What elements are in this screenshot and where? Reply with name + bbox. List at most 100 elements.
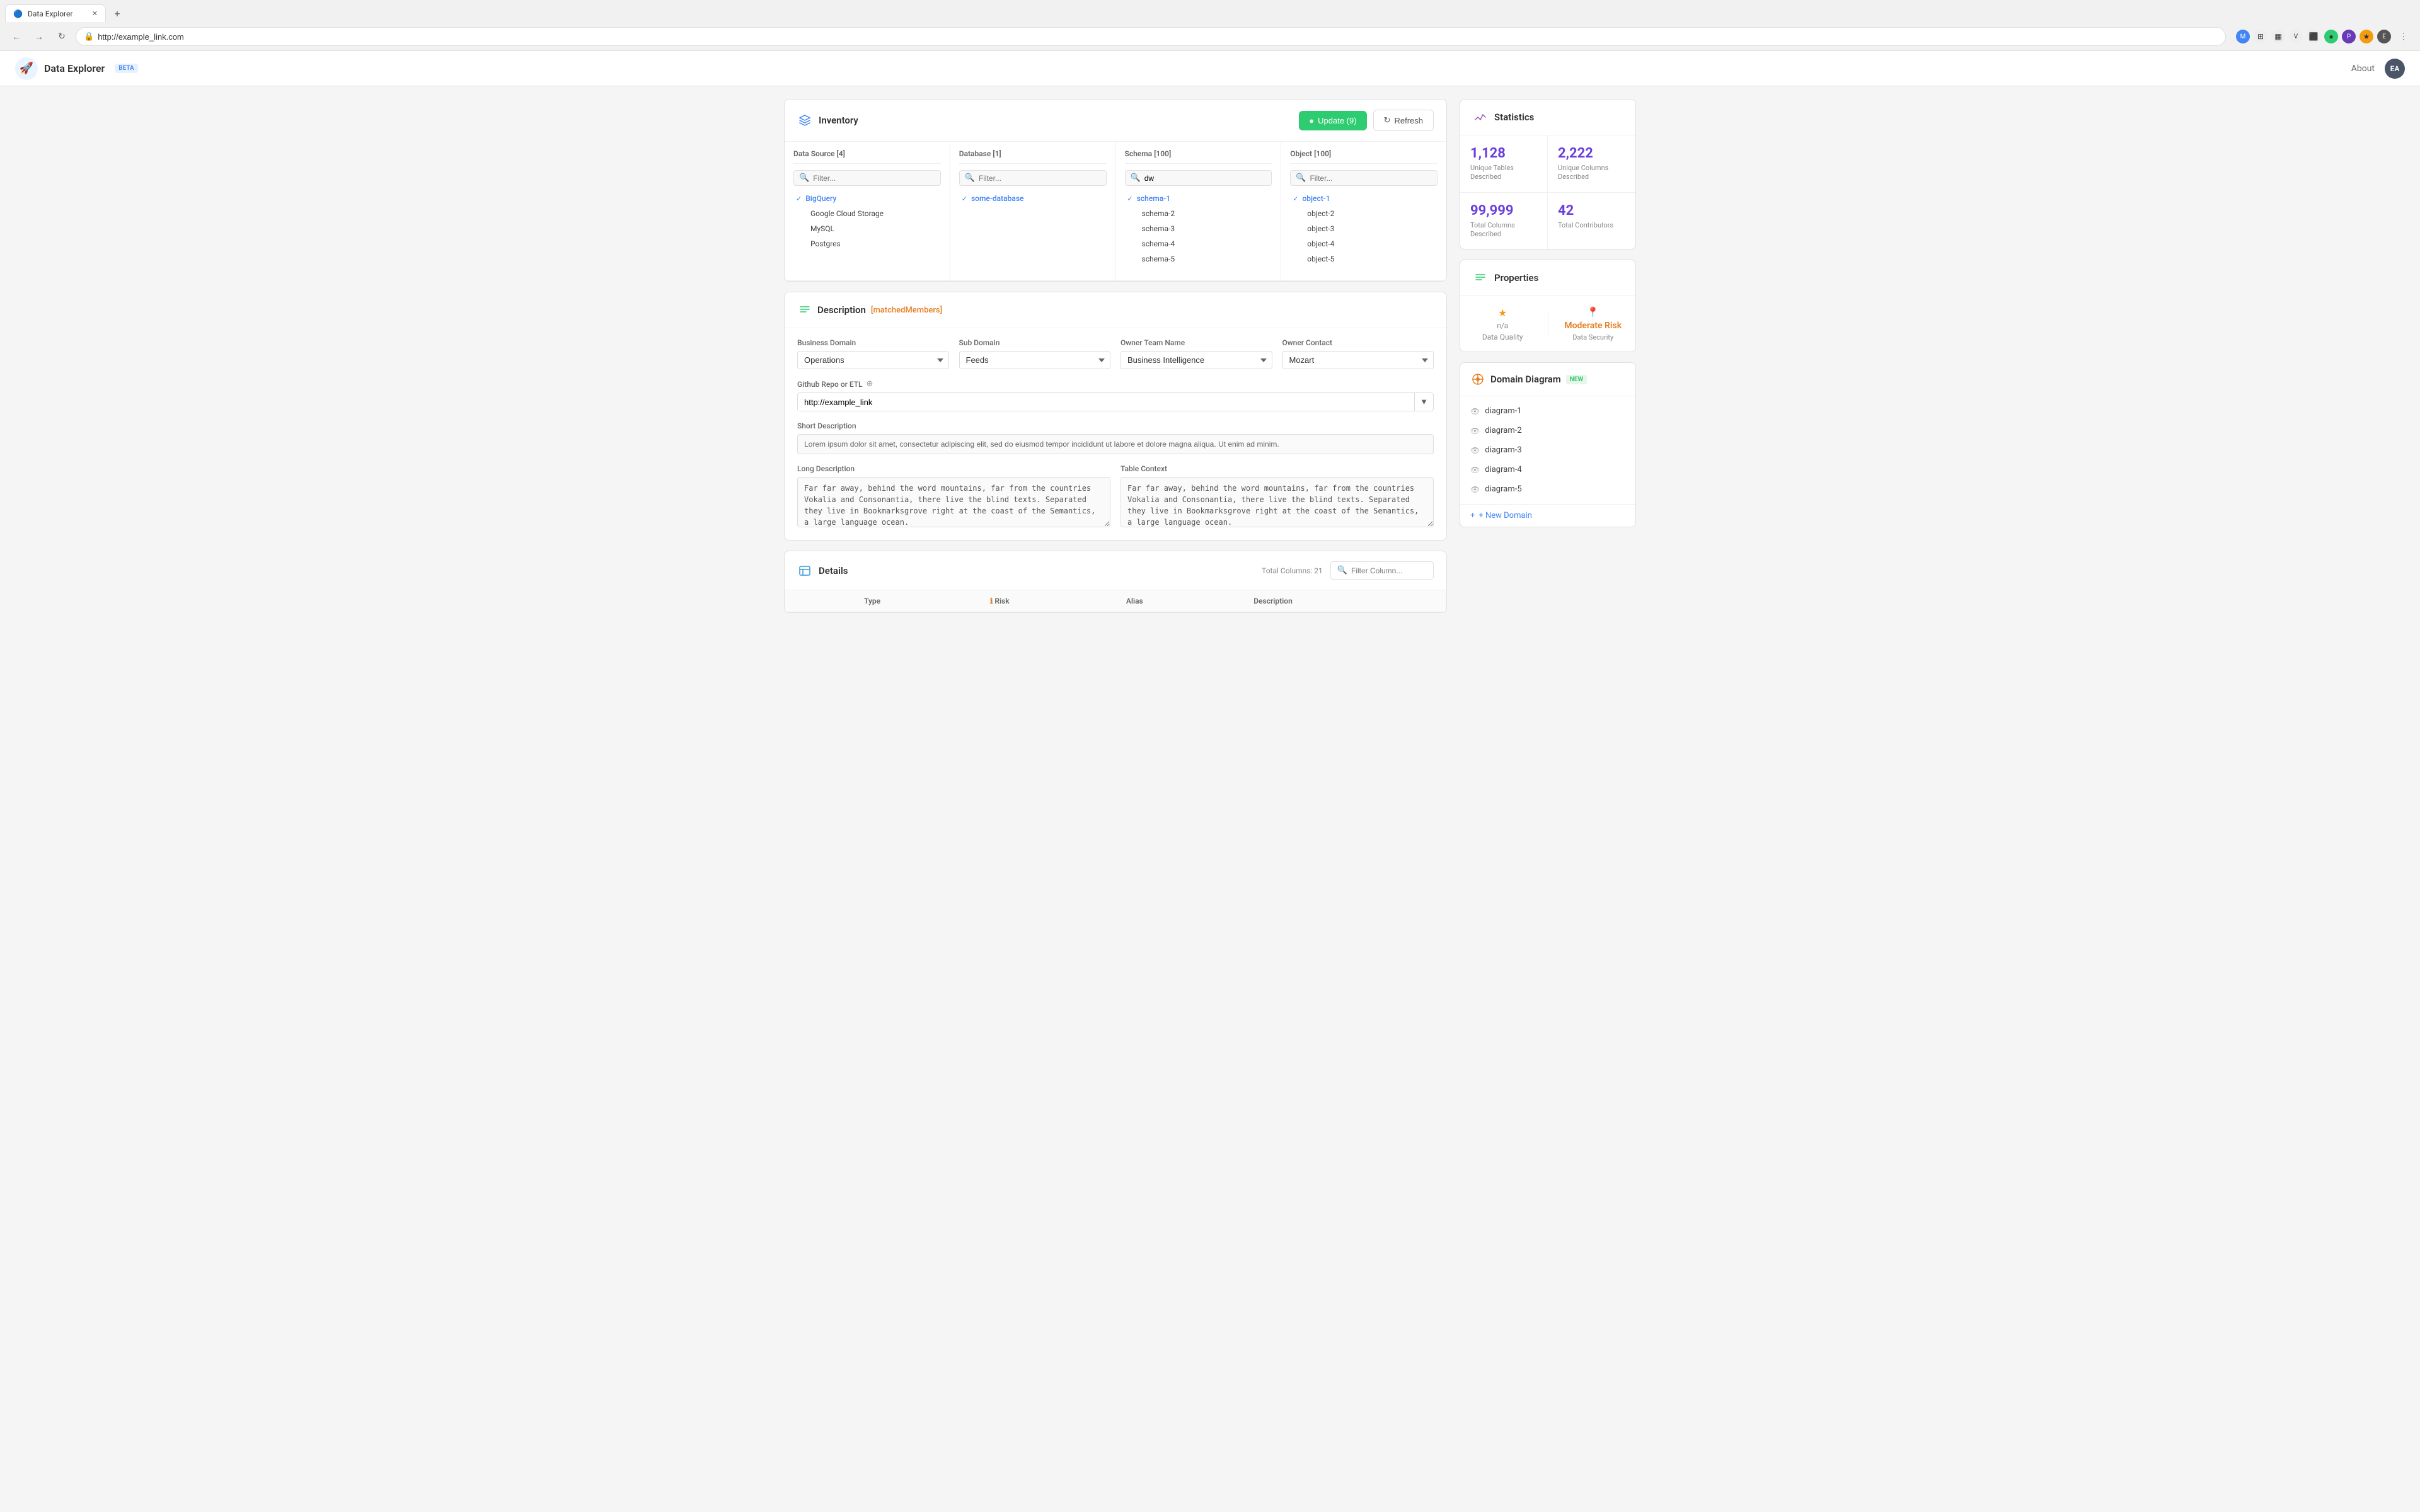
- datasource-column: Data Source [4] 🔍 ✓ BigQuery Google Clou…: [785, 142, 950, 280]
- owner-team-select[interactable]: Business Intelligence: [1121, 351, 1272, 369]
- reload-button[interactable]: ↻: [53, 28, 71, 45]
- domain-icon: [1470, 372, 1485, 387]
- extension-icon-4[interactable]: V: [2289, 30, 2303, 43]
- database-item-some[interactable]: ✓ some-database: [959, 191, 1107, 206]
- sub-domain-group: Sub Domain Feeds: [959, 338, 1111, 369]
- back-button[interactable]: ←: [8, 28, 25, 45]
- extension-icon-7[interactable]: P: [2342, 30, 2356, 43]
- refresh-button[interactable]: ↻ Refresh: [1373, 110, 1434, 131]
- risk-sublabel: Data Security: [1572, 333, 1613, 341]
- github-input[interactable]: [798, 394, 1414, 411]
- browser-chrome: 🔵 Data Explorer ✕ + ← → ↻ 🔒 M ⊞ ▦ V ⬛ ● …: [0, 0, 2420, 51]
- extension-icon-6[interactable]: ●: [2324, 30, 2338, 43]
- object-item-1[interactable]: ✓ object-1: [1290, 191, 1438, 206]
- browser-actions: M ⊞ ▦ V ⬛ ● P ★ E ⋮: [2236, 28, 2412, 45]
- database-filter-input[interactable]: [979, 174, 1101, 183]
- col-header-name: [785, 590, 854, 612]
- schema-filter-input[interactable]: [1144, 174, 1267, 183]
- schema-item-4[interactable]: schema-4: [1125, 236, 1272, 251]
- inventory-columns: Data Source [4] 🔍 ✓ BigQuery Google Clou…: [785, 142, 1446, 281]
- risk-item: 📍 Moderate Risk Data Security: [1561, 306, 1626, 341]
- stat-contributors: 42 Total Contributors: [1548, 193, 1635, 249]
- extension-icon-1[interactable]: M: [2236, 30, 2250, 43]
- business-domain-select[interactable]: Operations: [797, 351, 949, 369]
- domain-item-2[interactable]: 👁 diagram-2: [1460, 421, 1635, 440]
- domain-item-label-3: diagram-3: [1485, 445, 1521, 455]
- browser-tab-active[interactable]: 🔵 Data Explorer ✕: [5, 4, 106, 22]
- object-item-5[interactable]: object-5: [1290, 251, 1438, 266]
- extension-icon-3[interactable]: ▦: [2271, 30, 2285, 43]
- domain-diagram-card: Domain Diagram NEW 👁 diagram-1 👁 diagram…: [1460, 362, 1636, 527]
- schema-item-1[interactable]: ✓ schema-1: [1125, 191, 1272, 206]
- properties-title: Properties: [1494, 272, 1538, 284]
- object-item-2[interactable]: object-2: [1290, 206, 1438, 221]
- github-chevron-icon[interactable]: ▼: [1414, 393, 1433, 411]
- update-button[interactable]: ● Update (9): [1299, 111, 1366, 130]
- datasource-filter[interactable]: 🔍: [793, 170, 941, 186]
- sub-domain-select[interactable]: Feeds: [959, 351, 1111, 369]
- github-label: Github Repo or ETL ⊕: [797, 379, 1434, 389]
- table-context-textarea[interactable]: Far far away, behind the word mountains,…: [1121, 477, 1434, 527]
- check-obj-1: ✓: [1293, 195, 1298, 203]
- check-icon: ✓: [796, 195, 802, 203]
- long-desc-label: Long Description: [797, 464, 1110, 473]
- long-desc-textarea[interactable]: Far far away, behind the word mountains,…: [797, 477, 1110, 527]
- database-filter[interactable]: 🔍: [959, 170, 1107, 186]
- domain-item-3[interactable]: 👁 diagram-3: [1460, 440, 1635, 460]
- col-header-description: Description: [1243, 590, 1446, 612]
- datasource-item-gcs[interactable]: Google Cloud Storage: [793, 206, 941, 221]
- matched-tag: [matchedMembers]: [871, 306, 942, 315]
- stat-unique-columns: 2,222 Unique Columns Described: [1548, 135, 1635, 193]
- table-header-row: Type ℹ Risk Alias Description: [785, 590, 1446, 612]
- object-item-4[interactable]: object-4: [1290, 236, 1438, 251]
- datasource-filter-input[interactable]: [813, 174, 935, 183]
- logo-icon: 🚀: [15, 57, 38, 80]
- short-description-row: Short Description: [785, 421, 1446, 464]
- datasource-header: Data Source [4]: [793, 149, 941, 164]
- extension-icon-5[interactable]: ⬛: [2307, 30, 2320, 43]
- properties-icon: [1473, 270, 1488, 285]
- eye-icon-5: 👁: [1470, 485, 1480, 494]
- domain-diagram-title: Domain Diagram: [1490, 374, 1561, 385]
- object-item-3[interactable]: object-3: [1290, 221, 1438, 236]
- schema-item-2[interactable]: schema-2: [1125, 206, 1272, 221]
- forward-button[interactable]: →: [30, 28, 48, 45]
- owner-contact-select[interactable]: Mozart: [1282, 351, 1434, 369]
- eye-icon-3: 👁: [1470, 446, 1480, 455]
- user-avatar[interactable]: EA: [2385, 59, 2405, 79]
- statistics-header: Statistics: [1460, 100, 1635, 135]
- database-list: ✓ some-database: [959, 191, 1107, 206]
- col-header-type: Type: [854, 590, 980, 612]
- schema-item-5[interactable]: schema-5: [1125, 251, 1272, 266]
- object-filter-input[interactable]: [1310, 174, 1432, 183]
- long-desc-grid: Long Description Far far away, behind th…: [785, 464, 1446, 540]
- datasource-item-mysql[interactable]: MySQL: [793, 221, 941, 236]
- sub-domain-label: Sub Domain: [959, 338, 1111, 347]
- description-card: Description [matchedMembers] Business Do…: [784, 292, 1447, 541]
- short-desc-input[interactable]: [797, 434, 1434, 454]
- new-tab-button[interactable]: +: [108, 4, 126, 22]
- tab-close-button[interactable]: ✕: [92, 9, 98, 18]
- datasource-item-bigquery[interactable]: ✓ BigQuery: [793, 191, 941, 206]
- database-header: Database [1]: [959, 149, 1107, 164]
- schema-filter[interactable]: 🔍: [1125, 170, 1272, 186]
- extension-icon-2[interactable]: ⊞: [2254, 30, 2267, 43]
- extension-icon-9[interactable]: E: [2377, 30, 2391, 43]
- object-filter[interactable]: 🔍: [1290, 170, 1438, 186]
- column-filter[interactable]: 🔍: [1330, 561, 1434, 580]
- new-domain-button[interactable]: + + New Domain: [1460, 504, 1635, 527]
- url-input[interactable]: [98, 32, 2218, 42]
- address-bar[interactable]: 🔒: [76, 27, 2226, 46]
- schema-item-3[interactable]: schema-3: [1125, 221, 1272, 236]
- domain-item-5[interactable]: 👁 diagram-5: [1460, 479, 1635, 499]
- domain-item-4[interactable]: 👁 diagram-4: [1460, 460, 1635, 479]
- column-filter-input[interactable]: [1351, 566, 1427, 575]
- browser-tabs: 🔵 Data Explorer ✕ +: [0, 0, 2420, 23]
- details-title-area: Details: [797, 563, 848, 578]
- copy-icon[interactable]: ⊕: [867, 379, 873, 389]
- datasource-item-postgres[interactable]: Postgres: [793, 236, 941, 251]
- domain-item-1[interactable]: 👁 diagram-1: [1460, 401, 1635, 421]
- menu-button[interactable]: ⋮: [2395, 28, 2412, 45]
- about-link[interactable]: About: [2351, 64, 2375, 74]
- extension-icon-8[interactable]: ★: [2360, 30, 2373, 43]
